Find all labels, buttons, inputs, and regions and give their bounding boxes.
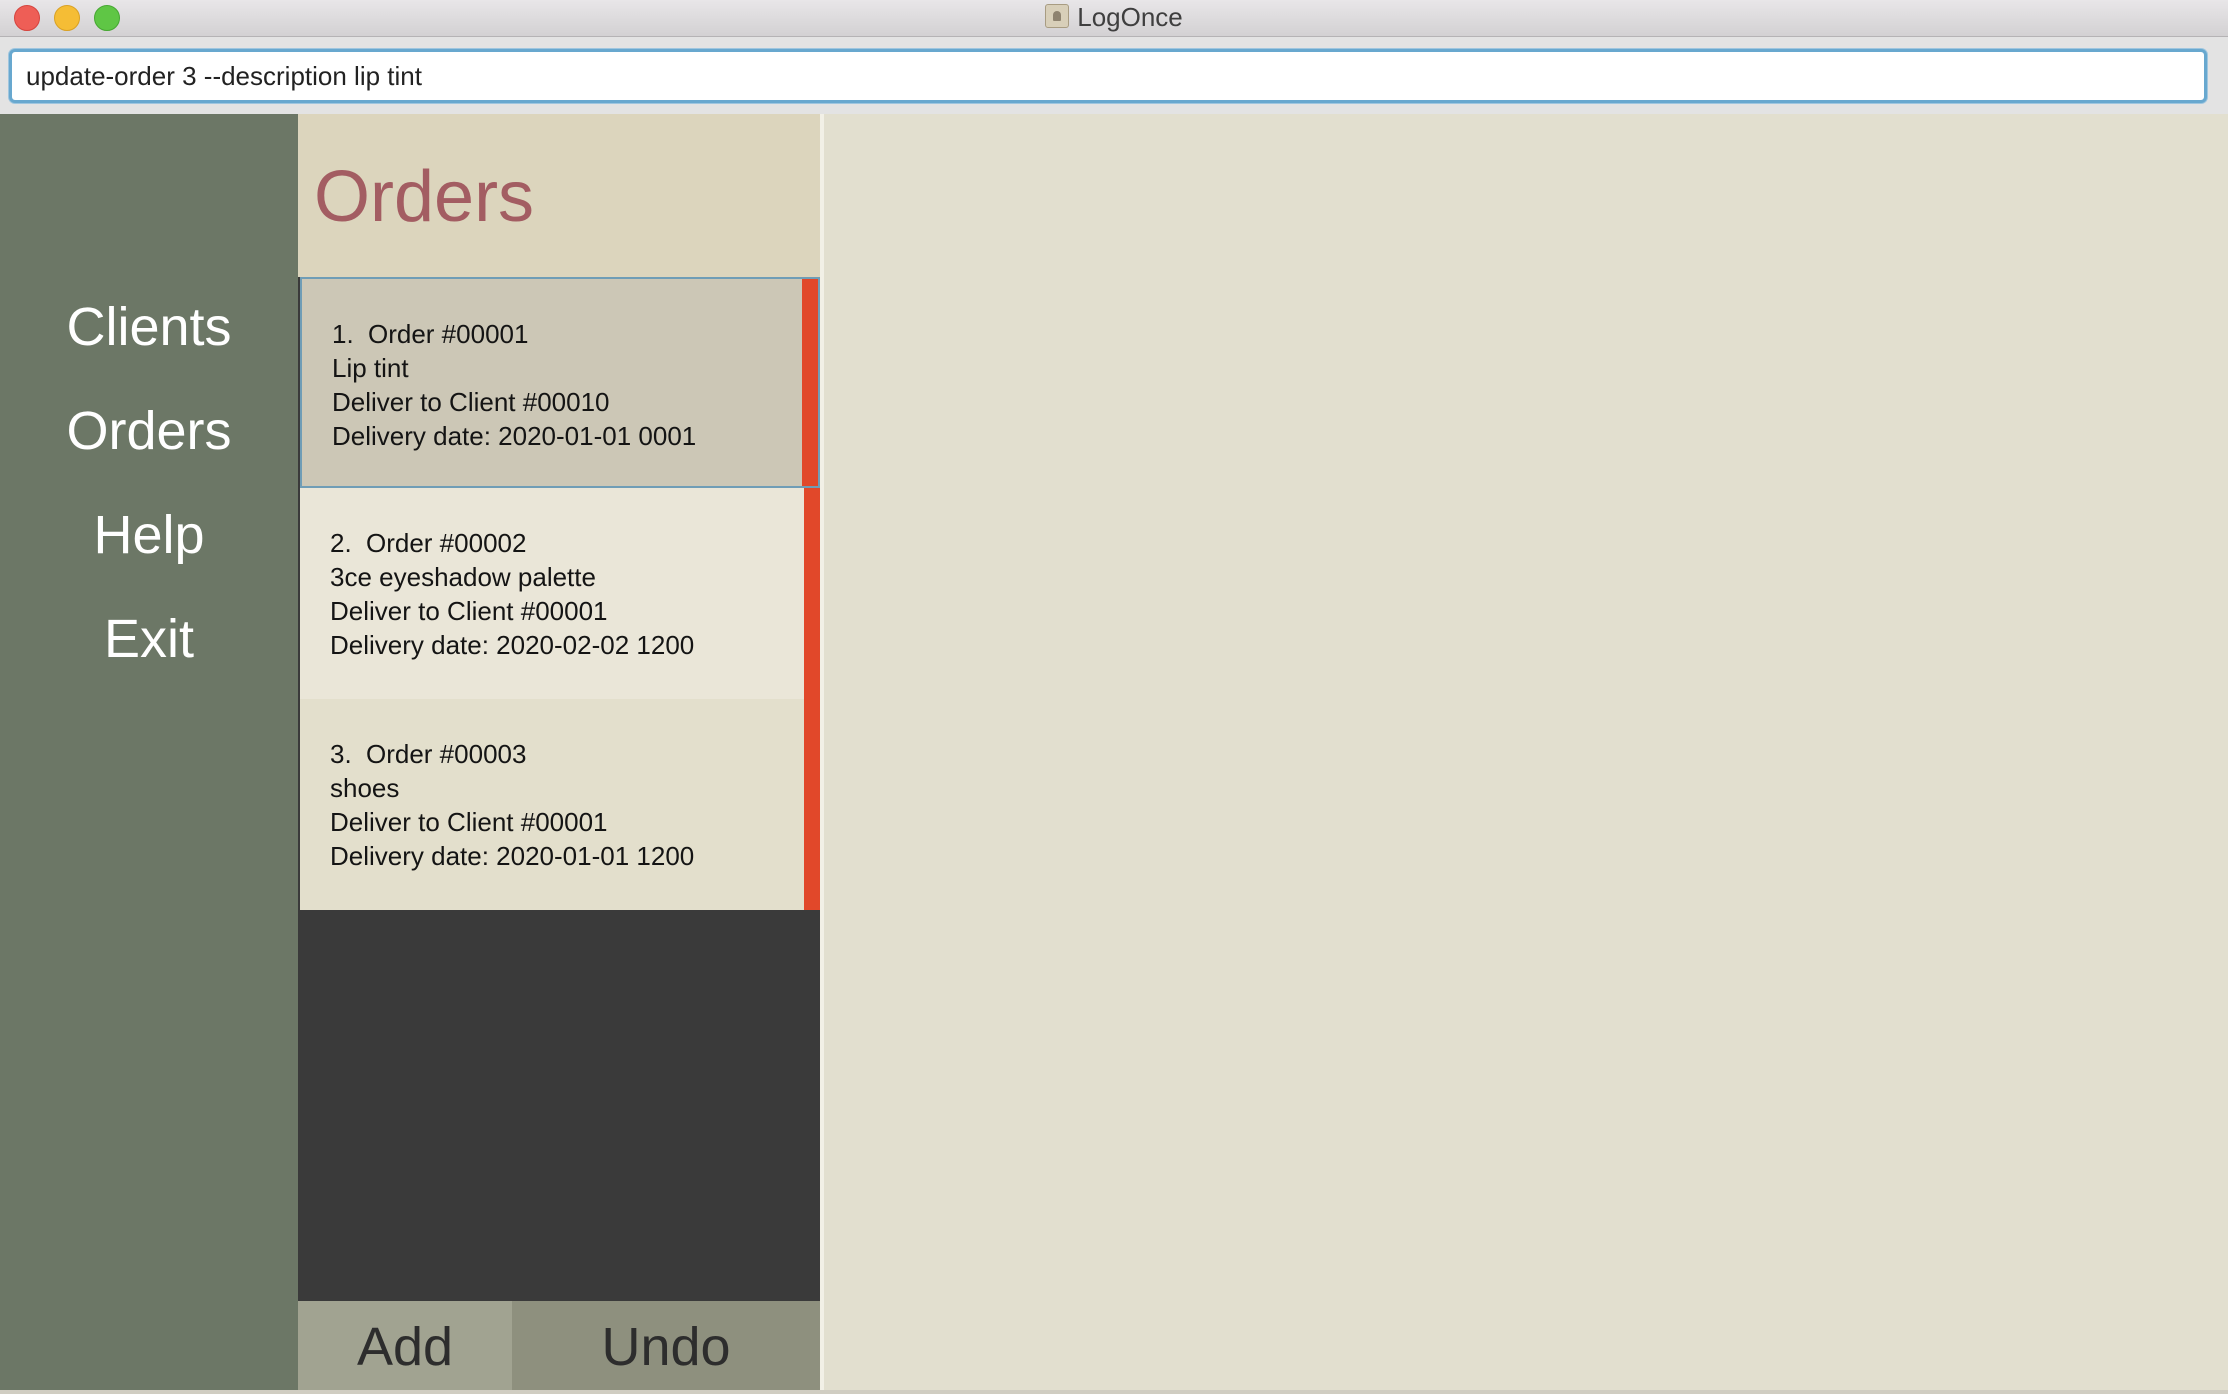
sidebar-item-orders[interactable]: Orders [0, 396, 298, 466]
order-index: 3. [330, 739, 352, 769]
order-number-line: 2. Order #00002 [330, 526, 820, 560]
order-id: Order #00002 [366, 528, 527, 558]
orders-panel: Orders 1. Order #00001 Lip tint Deliver t… [298, 114, 820, 1394]
app-icon [1045, 4, 1070, 28]
detail-content-area [824, 114, 2228, 1390]
order-delivery-date: Delivery date: 2020-01-01 1200 [330, 841, 695, 871]
status-stripe [804, 699, 820, 910]
order-client: Deliver to Client #00001 [330, 596, 608, 626]
orders-header: Orders [298, 114, 820, 277]
sidebar-item-clients[interactable]: Clients [0, 292, 298, 362]
order-card-3[interactable]: 3. Order #00003 shoes Deliver to Client #… [300, 699, 820, 910]
order-index: 1. [332, 319, 354, 349]
order-client: Deliver to Client #00001 [330, 807, 608, 837]
order-number-line: 1. Order #00001 [332, 317, 818, 351]
title-bar: LogOnce [0, 0, 2228, 37]
order-description: shoes [330, 773, 400, 803]
order-card-1[interactable]: 1. Order #00001 Lip tint Deliver to Clien… [300, 277, 820, 488]
page-title: Orders [314, 157, 535, 237]
order-client: Deliver to Client #00010 [332, 387, 610, 417]
order-delivery-date: Delivery date: 2020-02-02 1200 [330, 630, 695, 660]
command-bar [0, 37, 2228, 114]
sidebar-item-help[interactable]: Help [0, 500, 298, 570]
window-title-group: LogOnce [0, 0, 2228, 36]
order-id: Order #00001 [368, 319, 529, 349]
window-bottom-edge [0, 1390, 2228, 1394]
order-delivery-date: Delivery date: 2020-01-01 0001 [332, 421, 697, 451]
undo-button[interactable]: Undo [512, 1301, 820, 1394]
order-description: 3ce eyeshadow palette [330, 562, 596, 592]
command-input[interactable] [9, 49, 2207, 103]
order-card-2[interactable]: 2. Order #00002 3ce eyeshadow palette Del… [300, 488, 820, 699]
add-button[interactable]: Add [298, 1301, 512, 1394]
sidebar: Clients Orders Help Exit [0, 114, 298, 1394]
order-number-line: 3. Order #00003 [330, 737, 820, 771]
order-id: Order #00003 [366, 739, 527, 769]
sidebar-item-exit[interactable]: Exit [0, 604, 298, 674]
status-stripe [804, 488, 820, 699]
order-description: Lip tint [332, 353, 409, 383]
status-stripe [802, 279, 818, 486]
window-title: LogOnce [1077, 2, 1183, 32]
order-index: 2. [330, 528, 352, 558]
